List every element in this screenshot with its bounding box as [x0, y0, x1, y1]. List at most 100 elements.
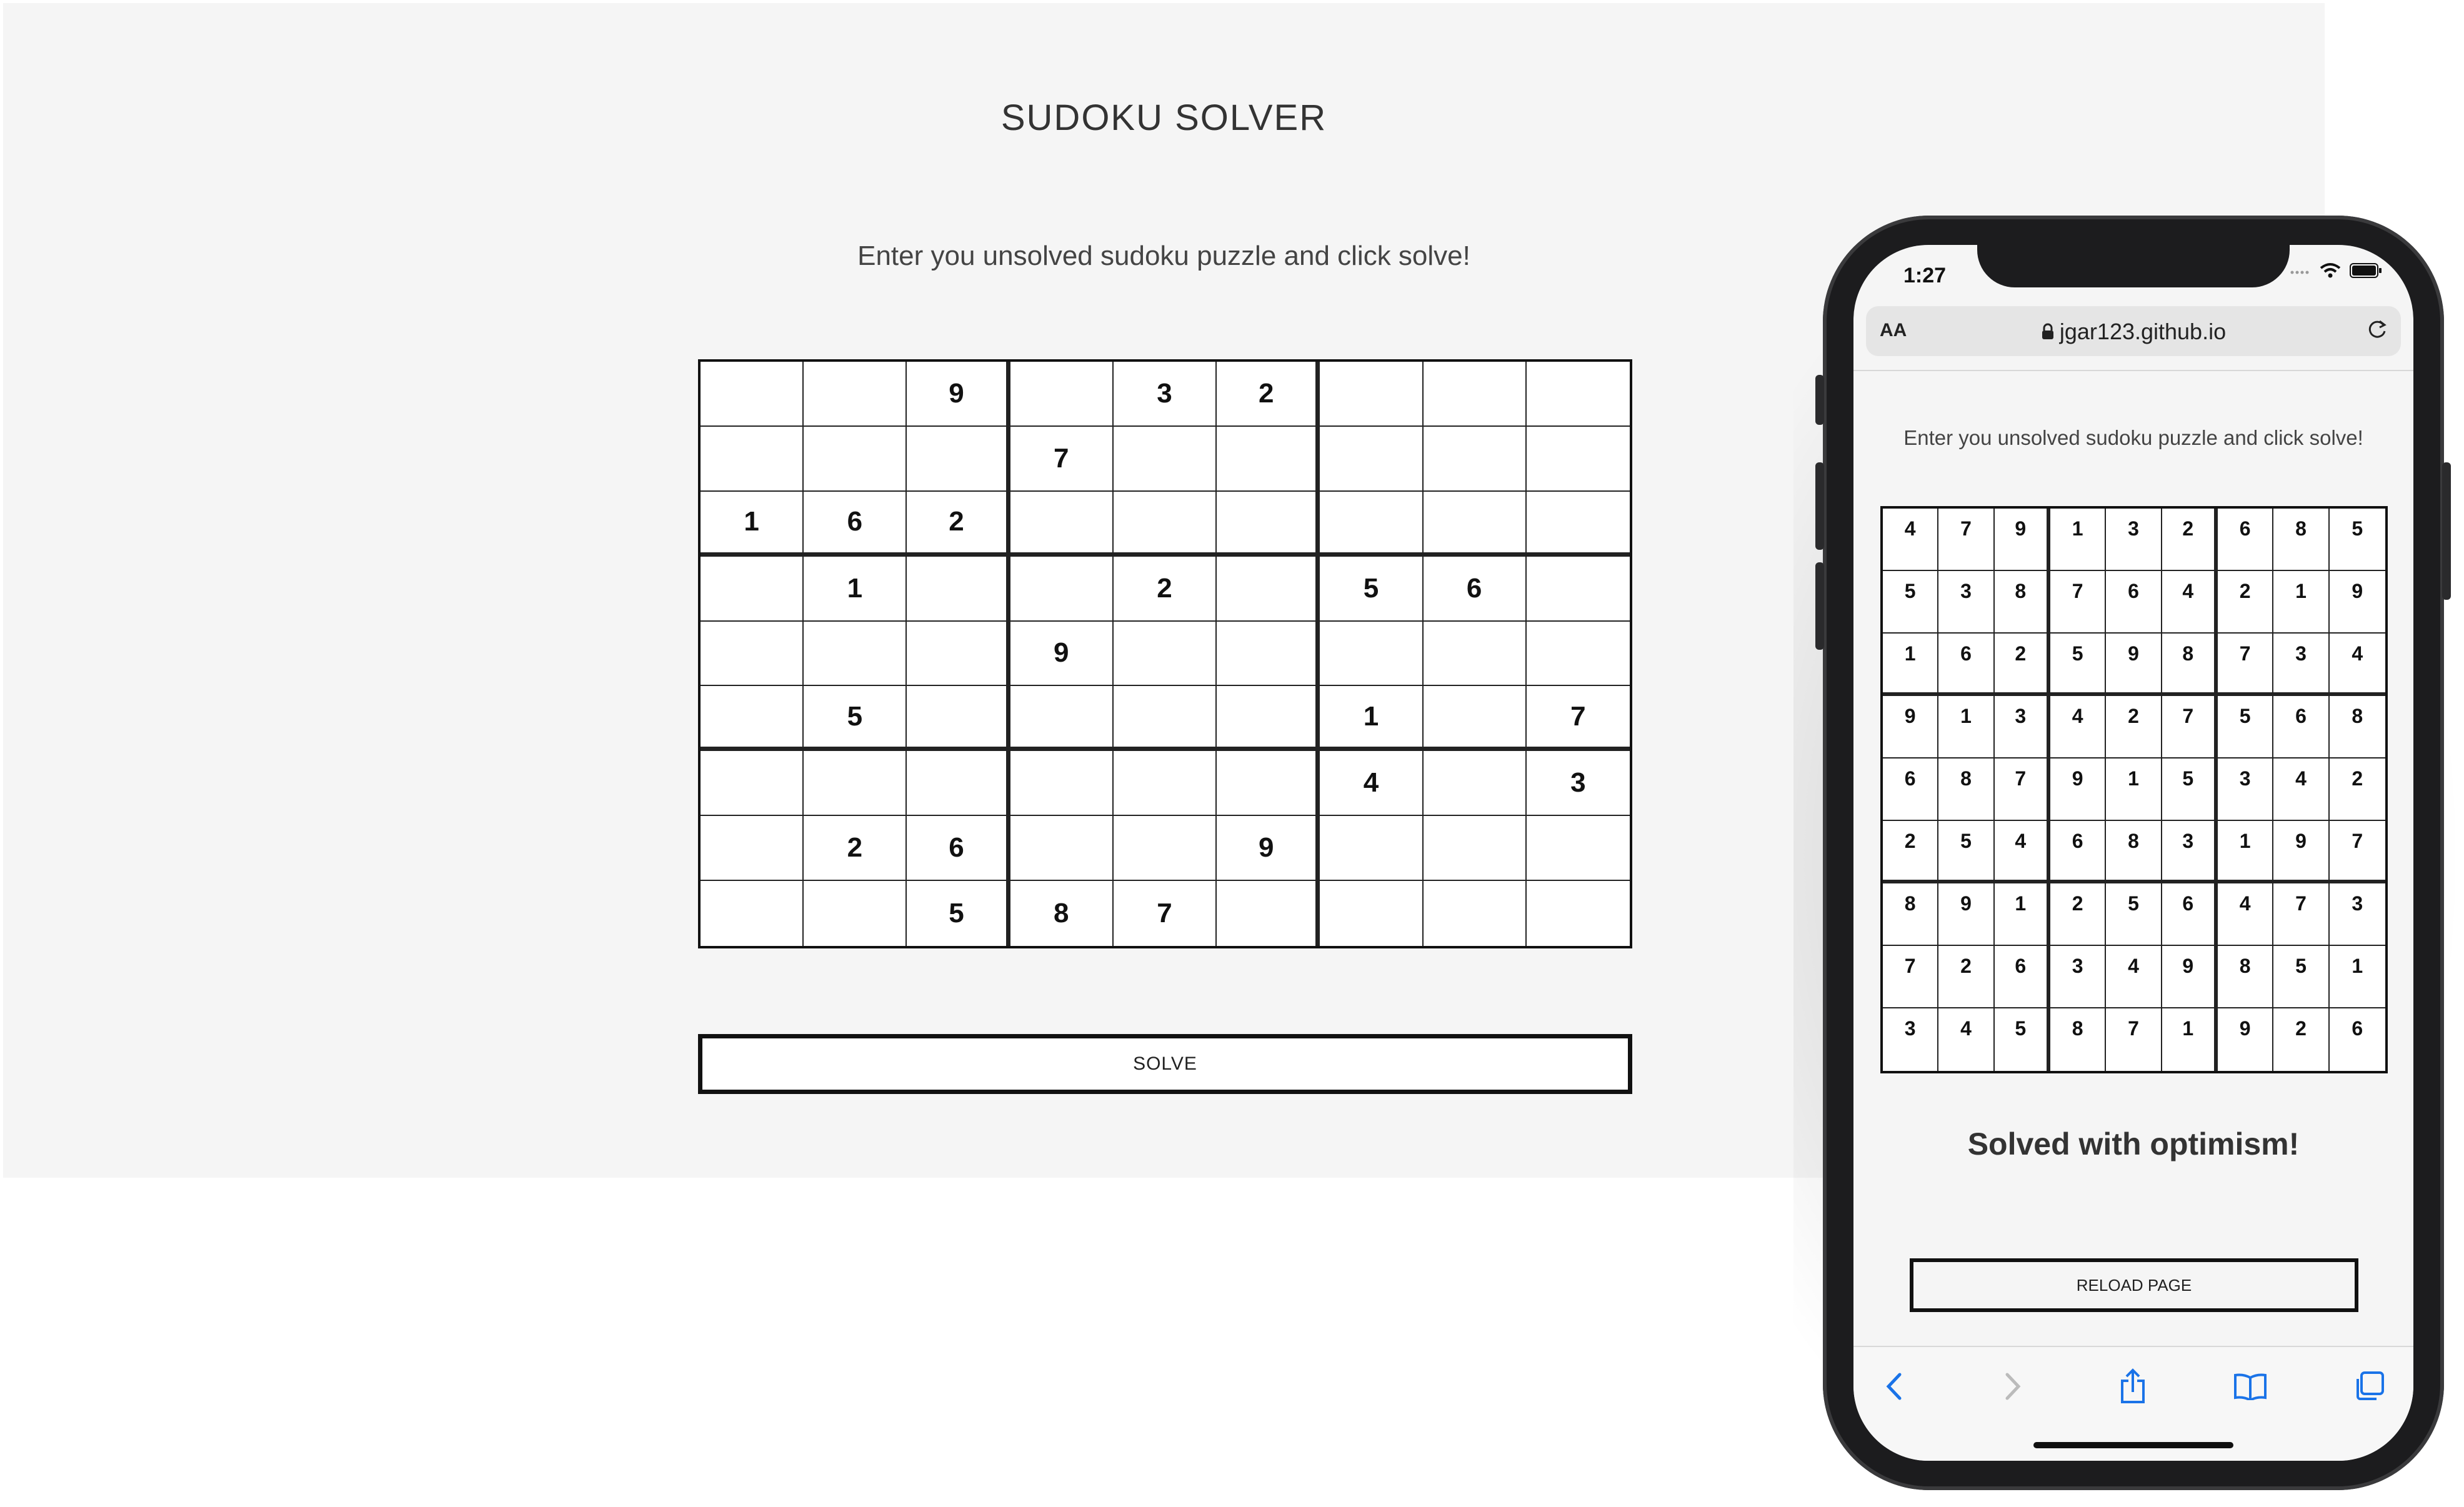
sudoku-cell[interactable] — [1113, 686, 1217, 752]
sudoku-cell[interactable] — [1010, 751, 1114, 817]
sudoku-cell[interactable]: 3 — [1113, 362, 1217, 427]
sudoku-cell[interactable]: 1 — [2273, 571, 2330, 634]
sudoku-cell[interactable]: 3 — [1994, 696, 2050, 758]
sudoku-cell[interactable]: 8 — [2218, 946, 2274, 1008]
sudoku-cell[interactable] — [1217, 881, 1320, 946]
sudoku-cell[interactable] — [1113, 426, 1217, 492]
sudoku-cell[interactable]: 4 — [1320, 751, 1424, 817]
sudoku-cell[interactable]: 2 — [1217, 362, 1320, 427]
sudoku-cell[interactable]: 2 — [1994, 634, 2050, 696]
sudoku-cell[interactable]: 6 — [1423, 556, 1527, 622]
sudoku-cell[interactable] — [1113, 816, 1217, 882]
sudoku-cell[interactable] — [1320, 362, 1424, 427]
sudoku-cell[interactable]: 6 — [1938, 634, 1995, 696]
sudoku-cell[interactable]: 8 — [2106, 821, 2162, 883]
sudoku-cell[interactable]: 8 — [2329, 696, 2385, 758]
sudoku-cell[interactable] — [1526, 556, 1630, 622]
sudoku-cell[interactable] — [804, 362, 907, 427]
sudoku-cell[interactable] — [1320, 816, 1424, 882]
sudoku-cell[interactable]: 7 — [2218, 634, 2274, 696]
sudoku-cell[interactable]: 2 — [1938, 946, 1995, 1008]
sudoku-cell[interactable] — [804, 751, 907, 817]
bookmarks-button[interactable] — [2228, 1366, 2272, 1410]
sudoku-cell[interactable] — [1217, 751, 1320, 817]
sudoku-cell[interactable] — [1217, 556, 1320, 622]
sudoku-cell[interactable]: 7 — [1010, 426, 1114, 492]
sudoku-cell[interactable]: 4 — [1938, 1008, 1995, 1071]
reload-icon[interactable] — [2365, 317, 2390, 346]
sudoku-cell[interactable]: 6 — [2329, 1008, 2385, 1071]
sudoku-cell[interactable] — [1320, 426, 1424, 492]
sudoku-cell[interactable] — [1010, 556, 1114, 622]
sudoku-cell[interactable] — [1423, 686, 1527, 752]
sudoku-cell[interactable]: 1 — [2162, 1008, 2218, 1071]
sudoku-cell[interactable] — [907, 686, 1010, 752]
home-indicator[interactable] — [2033, 1442, 2233, 1448]
sudoku-cell[interactable] — [1423, 621, 1527, 687]
sudoku-cell[interactable] — [701, 426, 804, 492]
sudoku-cell[interactable] — [804, 426, 907, 492]
sudoku-cell[interactable] — [1217, 621, 1320, 687]
sudoku-cell[interactable] — [804, 621, 907, 687]
sudoku-cell[interactable]: 4 — [2329, 634, 2385, 696]
sudoku-cell[interactable] — [1423, 362, 1527, 427]
sudoku-cell[interactable]: 1 — [2050, 509, 2107, 571]
sudoku-cell[interactable]: 2 — [1883, 821, 1939, 883]
sudoku-cell[interactable]: 8 — [1938, 758, 1995, 821]
sudoku-cell[interactable] — [1113, 751, 1217, 817]
sudoku-cell[interactable]: 8 — [2050, 1008, 2107, 1071]
sudoku-cell[interactable]: 9 — [2106, 634, 2162, 696]
sudoku-cell[interactable]: 9 — [2218, 1008, 2274, 1071]
sudoku-cell[interactable]: 2 — [2329, 758, 2385, 821]
sudoku-cell[interactable]: 6 — [804, 491, 907, 557]
forward-button[interactable] — [1991, 1366, 2035, 1410]
sudoku-cell[interactable] — [907, 621, 1010, 687]
sudoku-cell[interactable]: 8 — [1994, 571, 2050, 634]
sudoku-cell[interactable] — [1320, 491, 1424, 557]
sudoku-cell[interactable] — [701, 556, 804, 622]
sudoku-cell[interactable]: 2 — [2273, 1008, 2330, 1071]
sudoku-cell[interactable]: 5 — [907, 881, 1010, 946]
sudoku-cell[interactable]: 6 — [2273, 696, 2330, 758]
sudoku-cell[interactable]: 5 — [2218, 696, 2274, 758]
sudoku-cell[interactable] — [1320, 621, 1424, 687]
sudoku-cell[interactable]: 3 — [2329, 883, 2385, 946]
sudoku-cell[interactable]: 4 — [1994, 821, 2050, 883]
sudoku-cell[interactable]: 3 — [2050, 946, 2107, 1008]
sudoku-cell[interactable]: 5 — [1994, 1008, 2050, 1071]
sudoku-cell[interactable]: 2 — [907, 491, 1010, 557]
sudoku-cell[interactable] — [1217, 426, 1320, 492]
sudoku-cell[interactable]: 9 — [1883, 696, 1939, 758]
sudoku-cell[interactable] — [1010, 362, 1114, 427]
sudoku-cell[interactable]: 9 — [907, 362, 1010, 427]
sudoku-cell[interactable] — [1423, 491, 1527, 557]
sudoku-cell[interactable]: 3 — [1938, 571, 1995, 634]
sudoku-cell[interactable]: 5 — [2162, 758, 2218, 821]
sudoku-cell[interactable] — [1526, 621, 1630, 687]
sudoku-cell[interactable]: 8 — [1010, 881, 1114, 946]
sudoku-cell[interactable]: 9 — [1994, 509, 2050, 571]
sudoku-cell[interactable] — [1010, 686, 1114, 752]
sudoku-cell[interactable]: 7 — [2106, 1008, 2162, 1071]
sudoku-cell[interactable]: 6 — [1994, 946, 2050, 1008]
sudoku-cell[interactable]: 1 — [1320, 686, 1424, 752]
sudoku-cell[interactable]: 8 — [1883, 883, 1939, 946]
sudoku-cell[interactable]: 1 — [1938, 696, 1995, 758]
sudoku-cell[interactable]: 9 — [2162, 946, 2218, 1008]
sudoku-cell[interactable] — [907, 751, 1010, 817]
sudoku-cell[interactable] — [1423, 816, 1527, 882]
sudoku-cell[interactable]: 1 — [1994, 883, 2050, 946]
sudoku-cell[interactable] — [1423, 881, 1527, 946]
sudoku-cell[interactable]: 9 — [1217, 816, 1320, 882]
sudoku-cell[interactable]: 1 — [701, 491, 804, 557]
sudoku-cell[interactable]: 7 — [2162, 696, 2218, 758]
sudoku-cell[interactable] — [701, 621, 804, 687]
sudoku-cell[interactable] — [701, 686, 804, 752]
sudoku-cell[interactable]: 3 — [2106, 509, 2162, 571]
sudoku-cell[interactable]: 4 — [2106, 946, 2162, 1008]
sudoku-cell[interactable]: 6 — [2218, 509, 2274, 571]
sudoku-cell[interactable]: 9 — [2329, 571, 2385, 634]
sudoku-cell[interactable] — [1423, 751, 1527, 817]
sudoku-cell[interactable]: 1 — [2106, 758, 2162, 821]
sudoku-cell[interactable]: 7 — [1994, 758, 2050, 821]
